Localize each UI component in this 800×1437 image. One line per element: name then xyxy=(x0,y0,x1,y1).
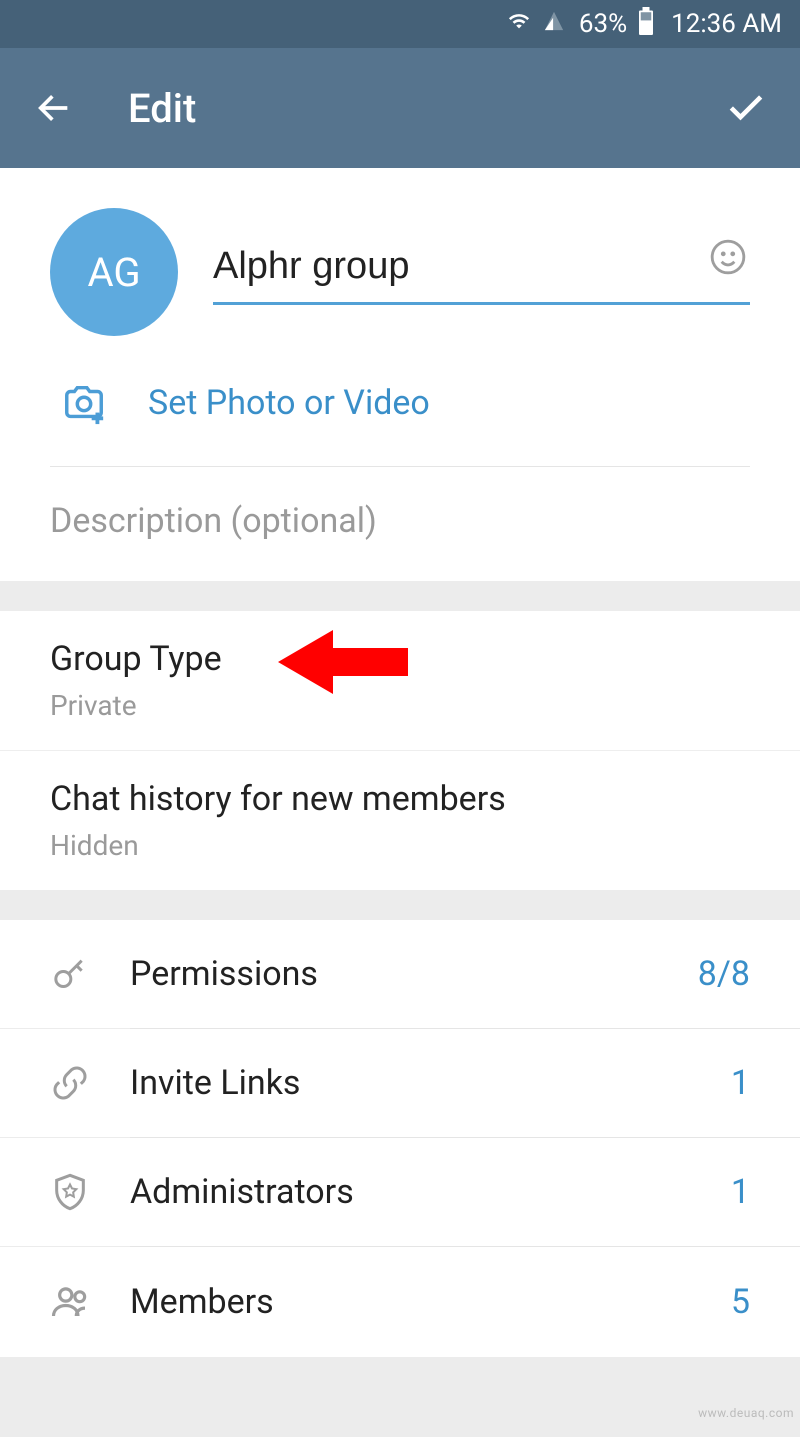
permissions-label: Permissions xyxy=(130,954,698,994)
battery-percentage: 63% xyxy=(579,9,627,39)
link-icon xyxy=(50,1063,130,1103)
description-input[interactable]: Description (optional) xyxy=(50,467,750,581)
permissions-value: 8/8 xyxy=(698,954,750,994)
set-photo-label: Set Photo or Video xyxy=(148,383,430,423)
watermark: www.deuaq.com xyxy=(698,1406,794,1420)
group-avatar[interactable]: AG xyxy=(50,208,178,336)
group-type-value: Private xyxy=(50,689,750,722)
administrators-row[interactable]: Administrators 1 xyxy=(0,1138,800,1246)
app-bar: Edit xyxy=(0,48,800,168)
chat-history-title: Chat history for new members xyxy=(50,779,750,819)
invite-links-row[interactable]: Invite Links 1 xyxy=(0,1029,800,1137)
members-row[interactable]: Members 5 xyxy=(0,1247,800,1357)
camera-icon xyxy=(60,380,108,426)
chat-history-row[interactable]: Chat history for new members Hidden xyxy=(0,751,800,890)
permissions-row[interactable]: Permissions 8/8 xyxy=(0,920,800,1028)
section-gap xyxy=(0,1357,800,1437)
group-name-input[interactable] xyxy=(213,239,750,305)
page-title: Edit xyxy=(128,85,672,132)
status-bar: 63% 12:36 AM xyxy=(0,0,800,48)
group-type-title: Group Type xyxy=(50,639,750,679)
administrators-label: Administrators xyxy=(130,1172,731,1212)
shield-star-icon xyxy=(50,1172,130,1212)
key-icon xyxy=(50,954,130,994)
confirm-button[interactable] xyxy=(722,84,770,132)
wifi-icon xyxy=(505,9,533,39)
battery-icon xyxy=(637,7,655,42)
signal-icon xyxy=(543,9,565,39)
group-type-row[interactable]: Group Type Private xyxy=(0,611,800,751)
emoji-button[interactable] xyxy=(706,235,750,279)
status-time: 12:36 AM xyxy=(671,9,782,39)
members-value: 5 xyxy=(731,1282,750,1322)
invite-links-label: Invite Links xyxy=(130,1063,731,1103)
section-gap xyxy=(0,890,800,920)
management-list: Permissions 8/8 Invite Links 1 Administr… xyxy=(0,920,800,1357)
invite-links-value: 1 xyxy=(731,1063,750,1103)
members-label: Members xyxy=(130,1282,731,1322)
administrators-value: 1 xyxy=(731,1172,750,1212)
section-gap xyxy=(0,581,800,611)
profile-section: AG Set Photo or Video Description (optio… xyxy=(0,168,800,581)
back-button[interactable] xyxy=(30,84,78,132)
chat-history-value: Hidden xyxy=(50,829,750,862)
members-icon xyxy=(50,1281,130,1323)
set-photo-row[interactable]: Set Photo or Video xyxy=(50,336,750,466)
